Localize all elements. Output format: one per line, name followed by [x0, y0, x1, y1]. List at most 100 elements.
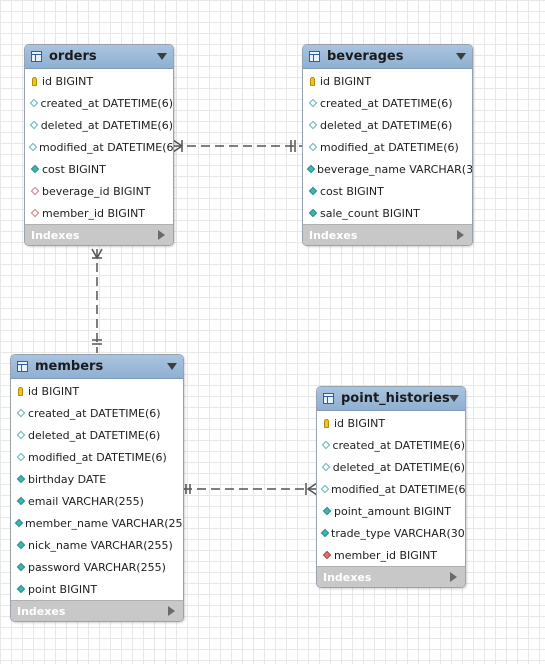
indexes-section[interactable]: Indexes: [11, 600, 183, 621]
expand-arrow-icon[interactable]: [168, 606, 175, 616]
column-row[interactable]: modified_at DATETIME(6): [317, 478, 465, 500]
not-null-column-icon: [320, 528, 330, 538]
column-label: deleted_at DATETIME(6): [332, 460, 465, 474]
nullable-column-icon: [320, 484, 330, 494]
column-row[interactable]: id BIGINT: [25, 70, 173, 92]
column-row[interactable]: cost BIGINT: [25, 158, 173, 180]
column-row[interactable]: point BIGINT: [11, 578, 183, 600]
column-row[interactable]: deleted_at DATETIME(6): [303, 114, 472, 136]
table-members[interactable]: members id BIGINT created_at DATETIME(6) d…: [10, 354, 184, 622]
column-row[interactable]: id BIGINT: [11, 380, 183, 402]
column-label: password VARCHAR(255): [28, 560, 166, 574]
indexes-section[interactable]: Indexes: [317, 566, 465, 587]
nullable-column-icon: [308, 142, 317, 152]
column-row[interactable]: email VARCHAR(255): [11, 490, 183, 512]
not-null-column-icon: [308, 186, 317, 196]
column-row[interactable]: point_amount BIGINT: [317, 500, 465, 522]
column-row[interactable]: member_name VARCHAR(255): [11, 512, 183, 534]
indexes-label: Indexes: [31, 228, 80, 242]
table-header[interactable]: point_histories: [317, 387, 465, 411]
column-label: deleted_at DATETIME(6): [28, 428, 161, 442]
indexes-label: Indexes: [17, 604, 66, 618]
column-label: created_at DATETIME(6): [332, 438, 465, 452]
table-header[interactable]: orders: [25, 45, 173, 69]
nullable-column-icon: [16, 430, 25, 440]
collapse-arrow-icon[interactable]: [449, 395, 459, 402]
column-row[interactable]: id BIGINT: [317, 412, 465, 434]
column-row[interactable]: member_id BIGINT: [25, 202, 173, 224]
table-icon: [323, 393, 334, 404]
nullable-column-icon: [29, 120, 39, 130]
expand-arrow-icon[interactable]: [457, 230, 464, 240]
not-null-column-icon: [16, 474, 25, 484]
not-null-column-icon: [16, 496, 25, 506]
table-beverages[interactable]: beverages id BIGINT created_at DATETIME(6…: [302, 44, 473, 246]
column-label: modified_at DATETIME(6): [331, 482, 466, 496]
column-row[interactable]: modified_at DATETIME(6): [11, 446, 183, 468]
column-label: beverage_name VARCHAR(30): [317, 162, 473, 176]
column-row[interactable]: modified_at DATETIME(6): [303, 136, 472, 158]
not-null-column-icon: [308, 208, 317, 218]
indexes-section[interactable]: Indexes: [303, 224, 472, 245]
foreign-key-not-null-icon: [322, 550, 331, 560]
primary-key-icon: [322, 418, 331, 428]
indexes-section[interactable]: Indexes: [25, 224, 173, 245]
collapse-arrow-icon[interactable]: [456, 53, 466, 60]
column-label: id BIGINT: [334, 416, 386, 430]
nullable-column-icon: [29, 98, 38, 108]
column-list: id BIGINT created_at DATETIME(6) deleted_a…: [11, 379, 183, 600]
column-row[interactable]: nick_name VARCHAR(255): [11, 534, 183, 556]
column-row[interactable]: created_at DATETIME(6): [317, 434, 465, 456]
column-label: id BIGINT: [42, 74, 94, 88]
column-label: beverage_id BIGINT: [42, 184, 151, 198]
column-row[interactable]: id BIGINT: [303, 70, 472, 92]
table-icon: [17, 361, 28, 372]
column-row[interactable]: deleted_at DATETIME(6): [317, 456, 465, 478]
column-row[interactable]: sale_count BIGINT: [303, 202, 472, 224]
nullable-column-icon: [16, 452, 25, 462]
column-list: id BIGINT created_at DATETIME(6) deleted_a…: [317, 411, 465, 566]
primary-key-icon: [30, 76, 39, 86]
column-label: modified_at DATETIME(6): [28, 450, 167, 464]
not-null-column-icon: [30, 164, 39, 174]
column-row[interactable]: cost BIGINT: [303, 180, 472, 202]
column-list: id BIGINT created_at DATETIME(6) deleted_a…: [25, 69, 173, 224]
indexes-label: Indexes: [309, 228, 358, 242]
column-row[interactable]: birthday DATE: [11, 468, 183, 490]
column-row[interactable]: created_at DATETIME(6): [303, 92, 472, 114]
column-list: id BIGINT created_at DATETIME(6) deleted_a…: [303, 69, 472, 224]
column-row[interactable]: password VARCHAR(255): [11, 556, 183, 578]
column-row[interactable]: trade_type VARCHAR(30): [317, 522, 465, 544]
column-row[interactable]: deleted_at DATETIME(6): [25, 114, 173, 136]
not-null-column-icon: [14, 518, 24, 528]
collapse-arrow-icon[interactable]: [157, 53, 167, 60]
not-null-column-icon: [16, 562, 25, 572]
table-title: orders: [49, 49, 97, 64]
column-label: id BIGINT: [320, 74, 372, 88]
nullable-column-icon: [321, 462, 331, 472]
column-label: birthday DATE: [28, 472, 107, 486]
column-label: cost BIGINT: [42, 162, 106, 176]
column-row[interactable]: beverage_name VARCHAR(30): [303, 158, 472, 180]
column-row[interactable]: member_id BIGINT: [317, 544, 465, 566]
nullable-column-icon: [308, 120, 317, 130]
table-header[interactable]: beverages: [303, 45, 472, 69]
collapse-arrow-icon[interactable]: [167, 363, 177, 370]
column-row[interactable]: created_at DATETIME(6): [25, 92, 173, 114]
column-row[interactable]: beverage_id BIGINT: [25, 180, 173, 202]
column-label: deleted_at DATETIME(6): [320, 118, 453, 132]
column-label: trade_type VARCHAR(30): [331, 526, 466, 540]
not-null-column-icon: [16, 540, 25, 550]
table-header[interactable]: members: [11, 355, 183, 379]
column-row[interactable]: deleted_at DATETIME(6): [11, 424, 183, 446]
table-orders[interactable]: orders id BIGINT created_at DATETIME(6) de…: [24, 44, 174, 246]
table-point-histories[interactable]: point_histories id BIGINT created_at DATE…: [316, 386, 466, 588]
column-label: point_amount BIGINT: [334, 504, 451, 518]
column-label: cost BIGINT: [320, 184, 384, 198]
column-row[interactable]: created_at DATETIME(6): [11, 402, 183, 424]
column-row[interactable]: modified_at DATETIME(6): [25, 136, 173, 158]
expand-arrow-icon[interactable]: [450, 572, 457, 582]
expand-arrow-icon[interactable]: [158, 230, 165, 240]
column-label: deleted_at DATETIME(6): [40, 118, 173, 132]
column-label: nick_name VARCHAR(255): [28, 538, 173, 552]
